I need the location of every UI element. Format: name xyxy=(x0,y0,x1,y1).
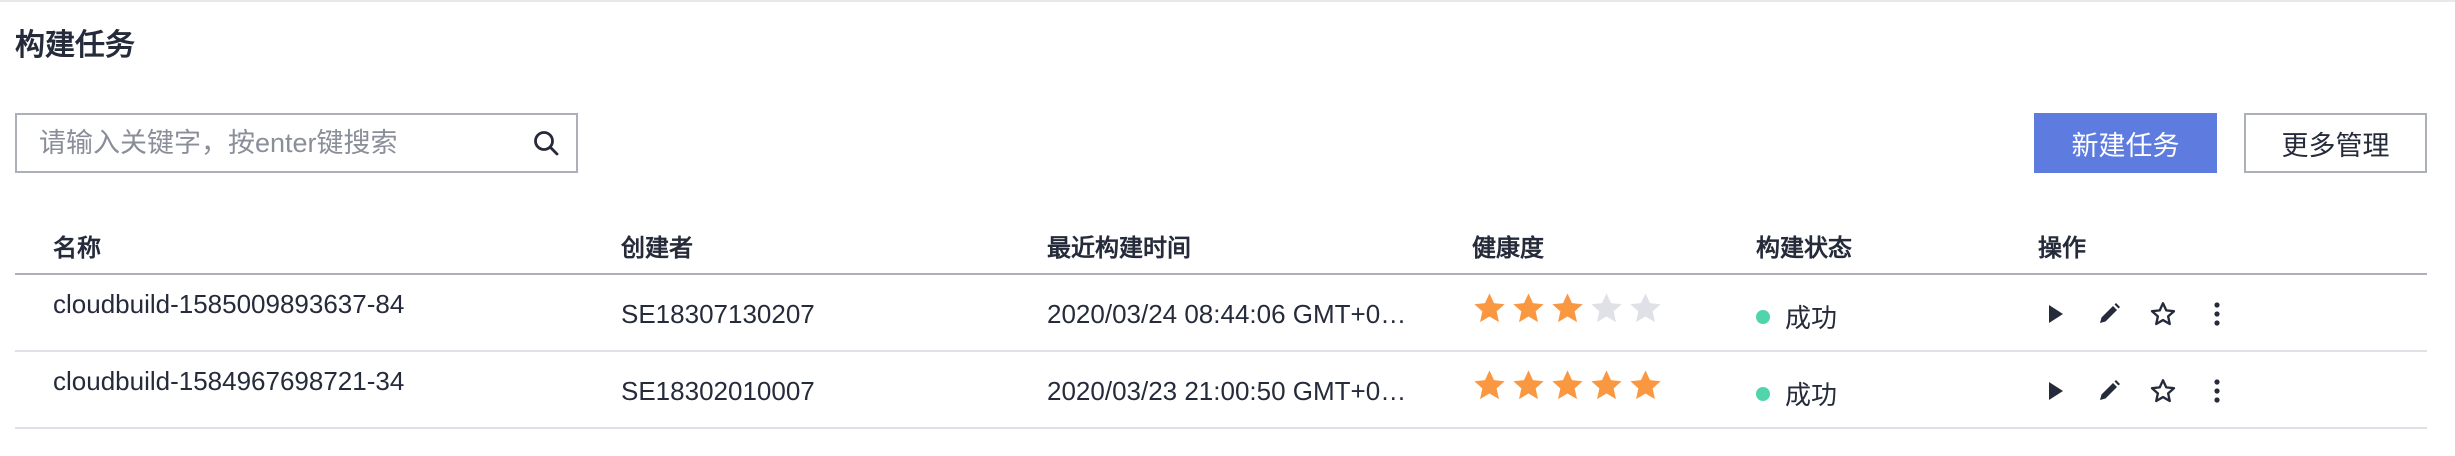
star-filled-icon xyxy=(1513,370,1544,400)
more-manage-button[interactable]: 更多管理 xyxy=(2244,113,2427,173)
star-filled-icon xyxy=(1591,370,1622,400)
star-filled-icon xyxy=(1474,370,1505,400)
edit-icon[interactable] xyxy=(2092,374,2126,408)
star-outline-icon[interactable] xyxy=(2146,297,2180,331)
row-actions xyxy=(2038,297,2254,331)
health-rating xyxy=(1472,291,1663,326)
star-outline-icon[interactable] xyxy=(2146,374,2180,408)
status-success-dot xyxy=(1756,386,1770,401)
row-actions xyxy=(2038,374,2254,408)
build-status: 成功 xyxy=(1756,375,1837,412)
more-vertical-icon[interactable] xyxy=(2200,374,2234,408)
task-name-link[interactable]: cloudbuild-1585009893637-84 xyxy=(53,289,404,320)
new-task-button[interactable]: 新建任务 xyxy=(2034,113,2217,173)
star-filled-icon xyxy=(1552,293,1583,323)
column-header-last-build-time[interactable]: 最近构建时间 xyxy=(1047,228,1191,263)
star-filled-icon xyxy=(1630,370,1661,400)
column-header-health[interactable]: 健康度 xyxy=(1472,228,1544,263)
status-text: 成功 xyxy=(1785,380,1838,410)
table-row: cloudbuild-1584967698721-34 SE1830201000… xyxy=(15,352,2427,429)
build-task-table: 名称 创建者 最近构建时间 健康度 构建状态 操作 cloudbuild-158… xyxy=(15,208,2427,429)
creator-cell: SE18307130207 xyxy=(621,299,815,329)
search-icon[interactable] xyxy=(516,115,576,171)
star-filled-icon xyxy=(1474,293,1505,323)
star-empty-icon xyxy=(1591,293,1622,323)
last-build-time-cell: 2020/03/24 08:44:06 GMT+0… xyxy=(1047,299,1407,329)
column-header-creator[interactable]: 创建者 xyxy=(621,228,693,263)
task-name-link[interactable]: cloudbuild-1584967698721-34 xyxy=(53,366,404,397)
column-header-actions: 操作 xyxy=(2038,235,2086,262)
creator-cell: SE18302010007 xyxy=(621,376,815,406)
table-row: cloudbuild-1585009893637-84 SE1830713020… xyxy=(15,275,2427,352)
build-status: 成功 xyxy=(1756,298,1837,335)
column-header-build-status[interactable]: 构建状态 xyxy=(1756,228,1852,263)
health-rating xyxy=(1472,368,1663,403)
status-success-dot xyxy=(1756,309,1770,324)
column-header-name[interactable]: 名称 xyxy=(53,228,101,263)
star-empty-icon xyxy=(1630,293,1661,323)
edit-icon[interactable] xyxy=(2092,297,2126,331)
play-icon[interactable] xyxy=(2038,374,2072,408)
page-title: 构建任务 xyxy=(15,29,135,62)
search-box xyxy=(15,113,578,173)
top-divider xyxy=(0,0,2455,2)
table-header: 名称 创建者 最近构建时间 健康度 构建状态 操作 xyxy=(15,208,2427,275)
star-filled-icon xyxy=(1552,370,1583,400)
status-text: 成功 xyxy=(1785,303,1838,333)
search-input[interactable] xyxy=(17,115,516,171)
play-icon[interactable] xyxy=(2038,297,2072,331)
more-vertical-icon[interactable] xyxy=(2200,297,2234,331)
star-filled-icon xyxy=(1513,293,1544,323)
last-build-time-cell: 2020/03/23 21:00:50 GMT+0… xyxy=(1047,376,1407,406)
